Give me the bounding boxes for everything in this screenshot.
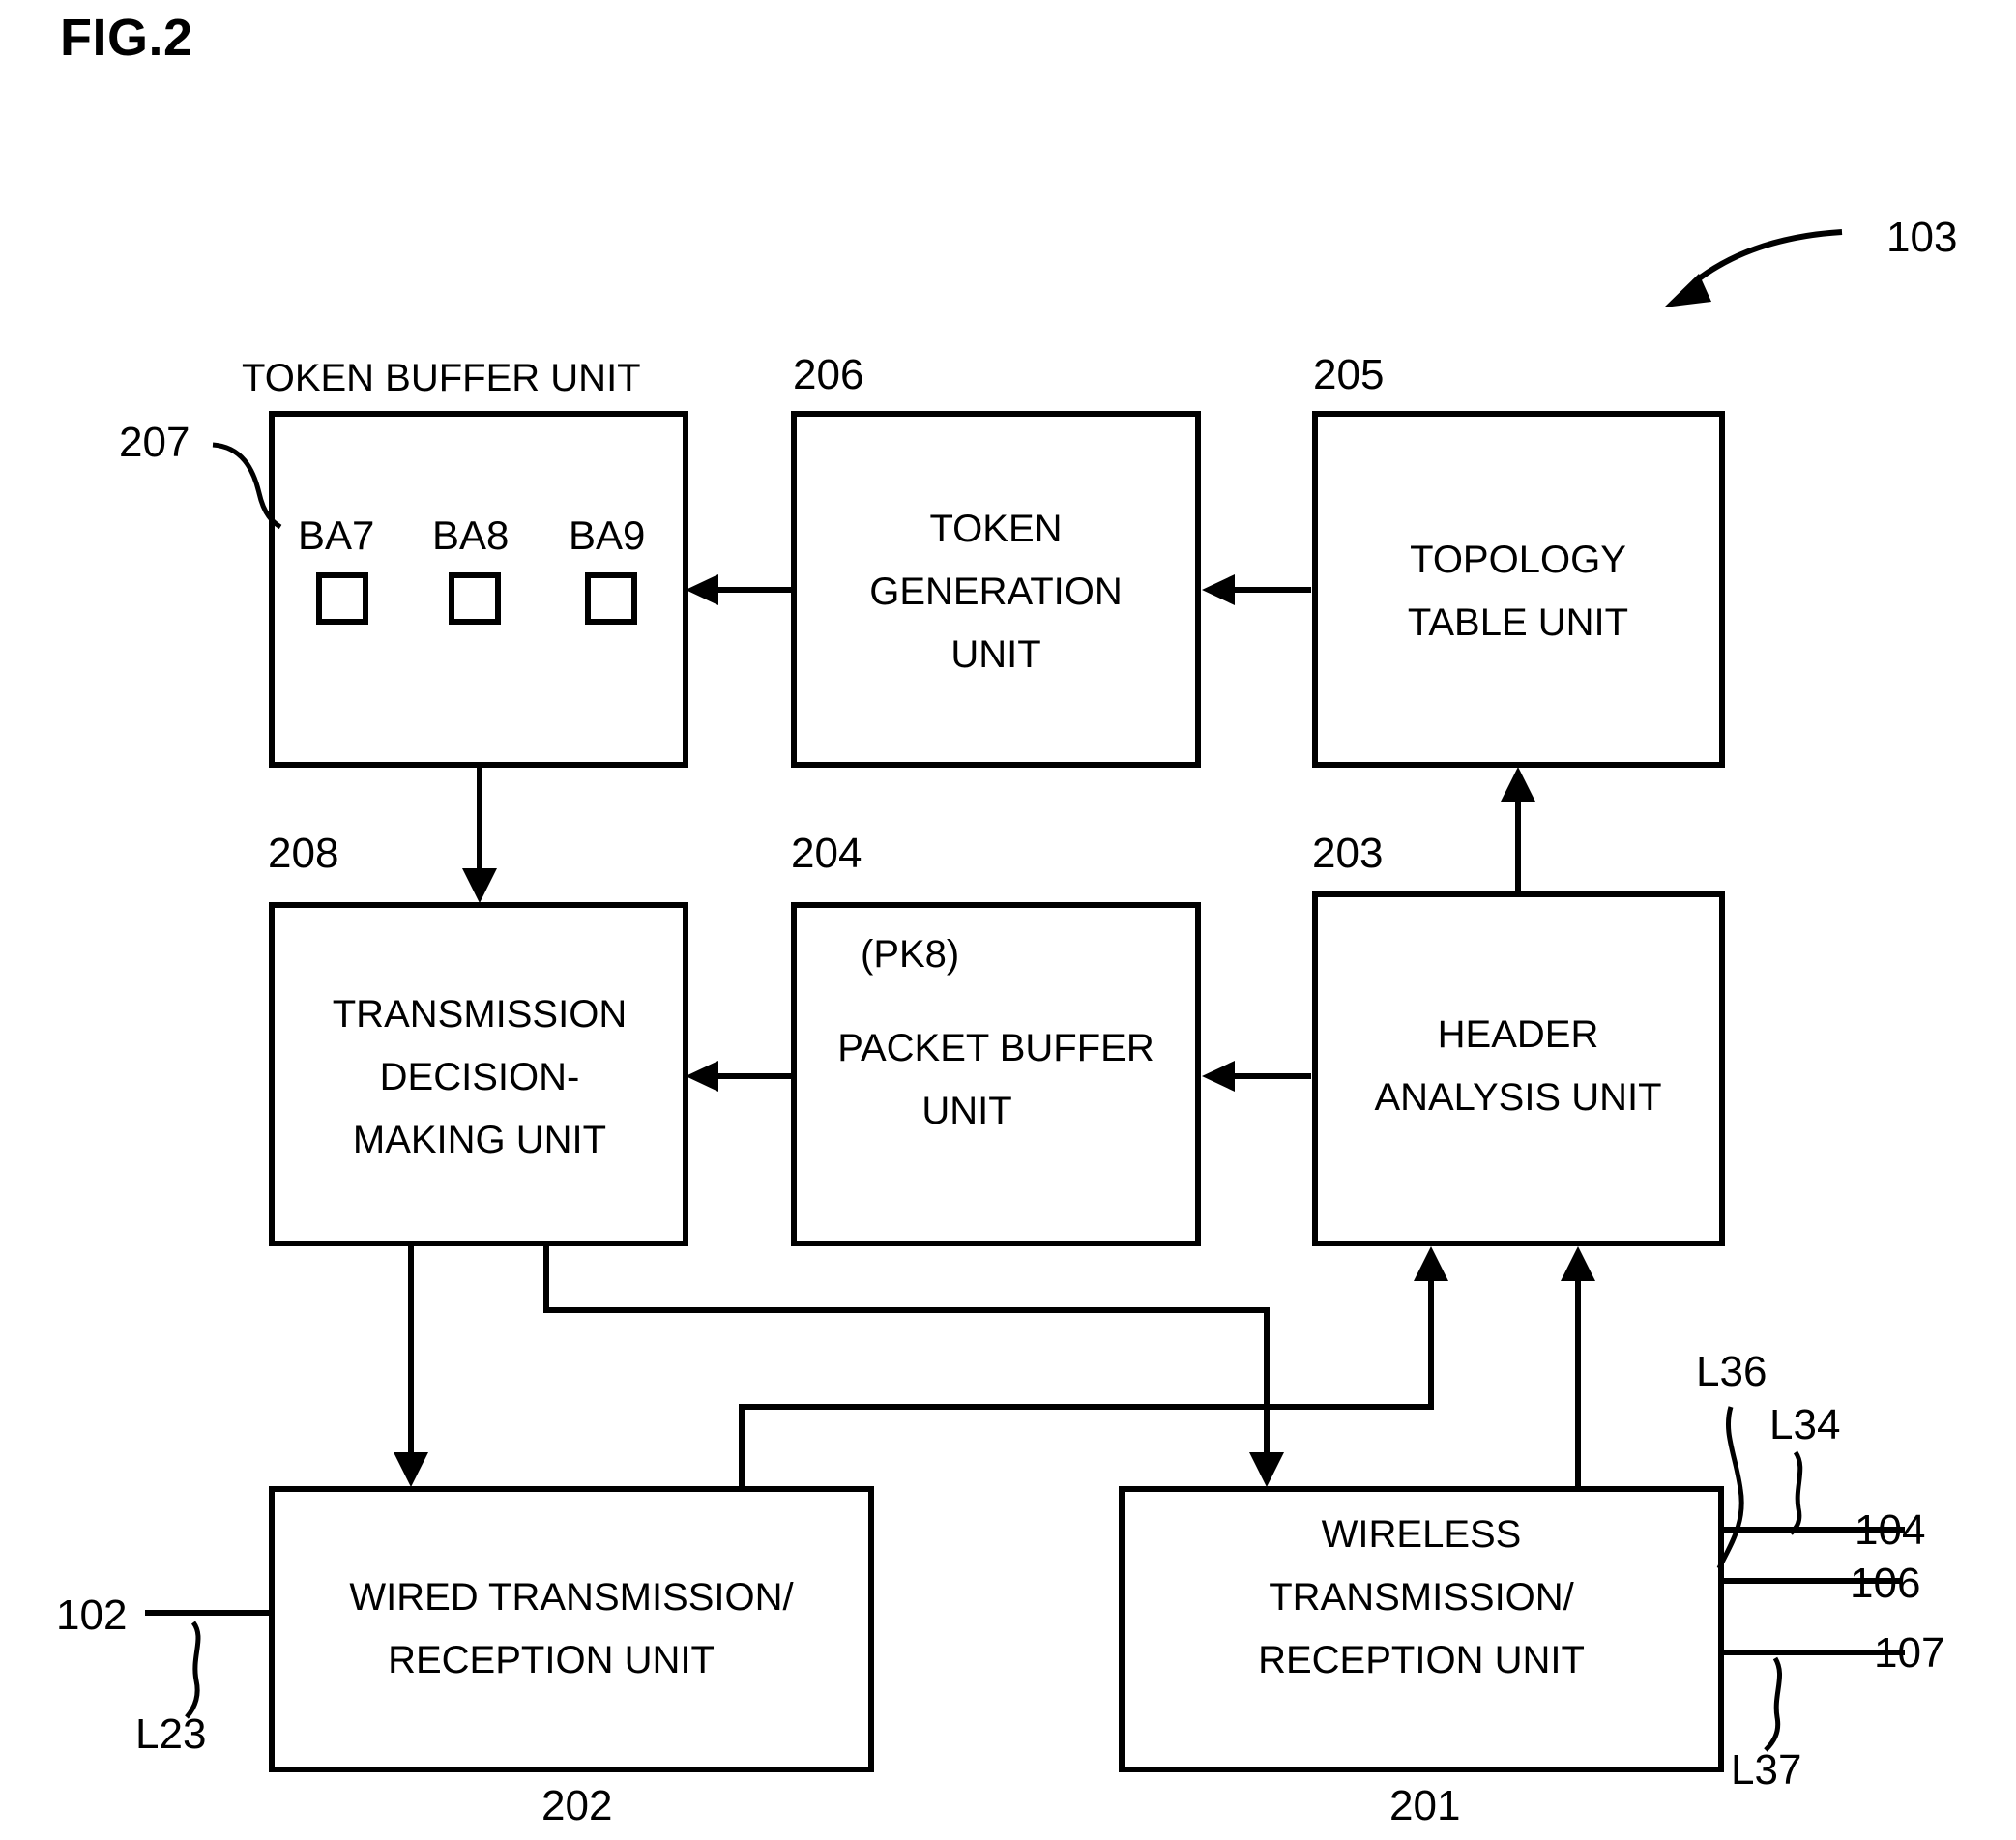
ref-label-201: 201 bbox=[1389, 1782, 1460, 1829]
ref-label-208: 208 bbox=[268, 830, 338, 877]
packet-buffer-unit-box bbox=[791, 902, 1201, 1246]
ref-label-207: 207 bbox=[119, 419, 190, 466]
arrowhead-decision-to-wired bbox=[394, 1452, 428, 1487]
packet-buffer-unit-line1: (PK8) bbox=[861, 933, 959, 976]
arrowhead-packet-buffer-to-decision bbox=[686, 1061, 718, 1092]
ref-label-205: 205 bbox=[1313, 351, 1384, 398]
token-slot-ba7 bbox=[316, 572, 368, 625]
token-slot-ba9 bbox=[585, 572, 637, 625]
wireless-unit-line3: RECEPTION UNIT bbox=[1258, 1639, 1585, 1681]
left-port-label-L23: L23 bbox=[135, 1710, 206, 1758]
ref-label-203: 203 bbox=[1312, 830, 1383, 877]
arrowhead-decision-to-wireless bbox=[1249, 1452, 1284, 1487]
overall-ref-arrow bbox=[1692, 229, 1843, 285]
transmission-decision-unit-line3: MAKING UNIT bbox=[353, 1119, 606, 1161]
arrowhead-topology-to-token-generation bbox=[1202, 574, 1235, 605]
wireless-unit-line2: TRANSMISSION/ bbox=[1269, 1576, 1574, 1619]
transmission-decision-unit-line2: DECISION- bbox=[380, 1056, 580, 1098]
arrowhead-wireless-to-header bbox=[1561, 1246, 1595, 1281]
right-port-label-106: 106 bbox=[1850, 1560, 1920, 1607]
topology-table-unit-box bbox=[1312, 411, 1725, 768]
arrowhead-token-buffer-to-decision bbox=[462, 868, 497, 903]
token-label-ba9: BA9 bbox=[569, 512, 645, 558]
header-analysis-unit-line1: HEADER bbox=[1438, 1013, 1599, 1056]
right-port-label-104: 104 bbox=[1855, 1506, 1925, 1554]
left-port-label-102: 102 bbox=[56, 1592, 127, 1639]
right-port-label-L34: L34 bbox=[1769, 1401, 1840, 1448]
right-curly-L34 bbox=[1789, 1450, 1803, 1535]
header-analysis-unit-line2: ANALYSIS UNIT bbox=[1374, 1076, 1661, 1119]
line-decision-to-wireless bbox=[543, 1246, 1270, 1460]
wired-transmission-reception-unit-box bbox=[269, 1486, 874, 1772]
arrowhead-wired-to-header bbox=[1414, 1246, 1448, 1281]
right-port-label-107: 107 bbox=[1874, 1629, 1944, 1677]
ref-label-204: 204 bbox=[791, 830, 862, 877]
right-curly-L37 bbox=[1764, 1656, 1783, 1752]
wireless-unit-line1: WIRELESS bbox=[1322, 1513, 1522, 1556]
token-slot-ba8 bbox=[449, 572, 501, 625]
right-port-label-L37: L37 bbox=[1731, 1746, 1801, 1794]
left-port-curly-brace bbox=[185, 1621, 201, 1719]
ref-label-103: 103 bbox=[1886, 214, 1957, 261]
packet-buffer-unit-line2: PACKET BUFFER bbox=[837, 1027, 1154, 1069]
token-generation-unit-line1: TOKEN bbox=[929, 508, 1062, 550]
ref-label-206: 206 bbox=[793, 351, 863, 398]
token-generation-unit-line3: UNIT bbox=[950, 633, 1040, 676]
topology-table-unit-line1: TOPOLOGY bbox=[1410, 539, 1626, 581]
packet-buffer-unit-line3: UNIT bbox=[921, 1090, 1011, 1132]
wired-unit-line1: WIRED TRANSMISSION/ bbox=[349, 1576, 794, 1619]
overall-ref-arrowhead bbox=[1664, 274, 1711, 307]
arrowhead-header-to-packet-buffer bbox=[1202, 1061, 1235, 1092]
topology-table-unit-line2: TABLE UNIT bbox=[1408, 601, 1628, 644]
arrowhead-token-generation-to-token-buffer bbox=[686, 574, 718, 605]
right-port-label-L36: L36 bbox=[1696, 1348, 1767, 1395]
token-generation-unit-line2: GENERATION bbox=[869, 570, 1123, 613]
transmission-decision-unit-line1: TRANSMISSION bbox=[333, 993, 627, 1036]
block-diagram: TOKEN BUFFER UNIT 207 206 205 208 204 20… bbox=[56, 214, 1957, 1829]
token-buffer-unit-caption: TOKEN BUFFER UNIT bbox=[242, 357, 641, 399]
token-label-ba8: BA8 bbox=[432, 512, 509, 558]
arrowhead-header-to-topology bbox=[1501, 767, 1535, 802]
ref-label-202: 202 bbox=[541, 1782, 612, 1829]
wired-unit-line2: RECEPTION UNIT bbox=[388, 1639, 715, 1681]
token-label-ba7: BA7 bbox=[298, 512, 374, 558]
header-analysis-unit-box bbox=[1312, 891, 1725, 1246]
figure-page: FIG.2 TOKEN BUFFER UNIT 207 206 205 208 … bbox=[0, 0, 2016, 1840]
